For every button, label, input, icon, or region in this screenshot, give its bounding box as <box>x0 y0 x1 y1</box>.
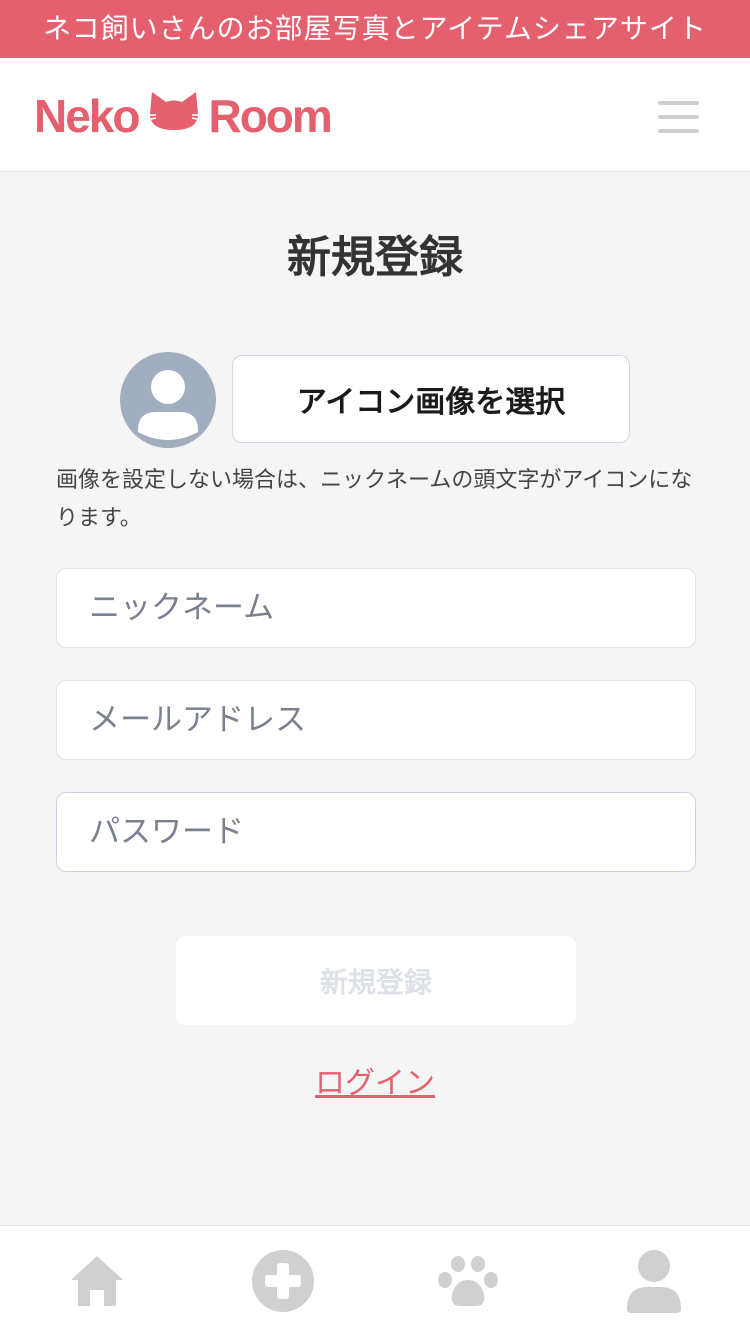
default-user-avatar-icon <box>120 352 216 448</box>
password-input[interactable] <box>56 792 696 872</box>
user-icon <box>626 1249 681 1313</box>
logo[interactable]: Neko Room <box>34 88 333 145</box>
tab-home[interactable] <box>3 1226 190 1335</box>
hamburger-menu-icon[interactable] <box>658 101 699 133</box>
paw-icon <box>437 1255 498 1306</box>
select-icon-image-button[interactable]: アイコン画像を選択 <box>232 355 630 443</box>
login-link[interactable]: ログイン <box>315 1066 435 1101</box>
tab-add[interactable] <box>189 1226 376 1335</box>
register-submit-button[interactable]: 新規登録 <box>176 936 576 1025</box>
tab-cats[interactable] <box>374 1226 561 1335</box>
page-title: 新規登録 <box>287 232 463 283</box>
logo-text-room: Room <box>208 90 332 142</box>
logo-text-neko: Neko <box>34 90 140 142</box>
home-icon <box>70 1255 123 1306</box>
header: Neko Room <box>0 58 750 172</box>
add-circle-icon <box>251 1249 314 1312</box>
tab-profile[interactable] <box>560 1226 747 1335</box>
email-input[interactable] <box>56 680 696 760</box>
nickname-input[interactable] <box>56 568 696 648</box>
cat-face-icon <box>146 88 203 145</box>
top-banner: ネコ飼いさんのお部屋写真とアイテムシェアサイト <box>0 0 750 58</box>
bottom-tab-bar <box>0 1225 750 1335</box>
icon-help-text: 画像を設定しない場合は、ニックネームの頭文字がアイコンになります。 <box>56 468 693 531</box>
login-link-container: ログイン <box>0 1060 750 1108</box>
